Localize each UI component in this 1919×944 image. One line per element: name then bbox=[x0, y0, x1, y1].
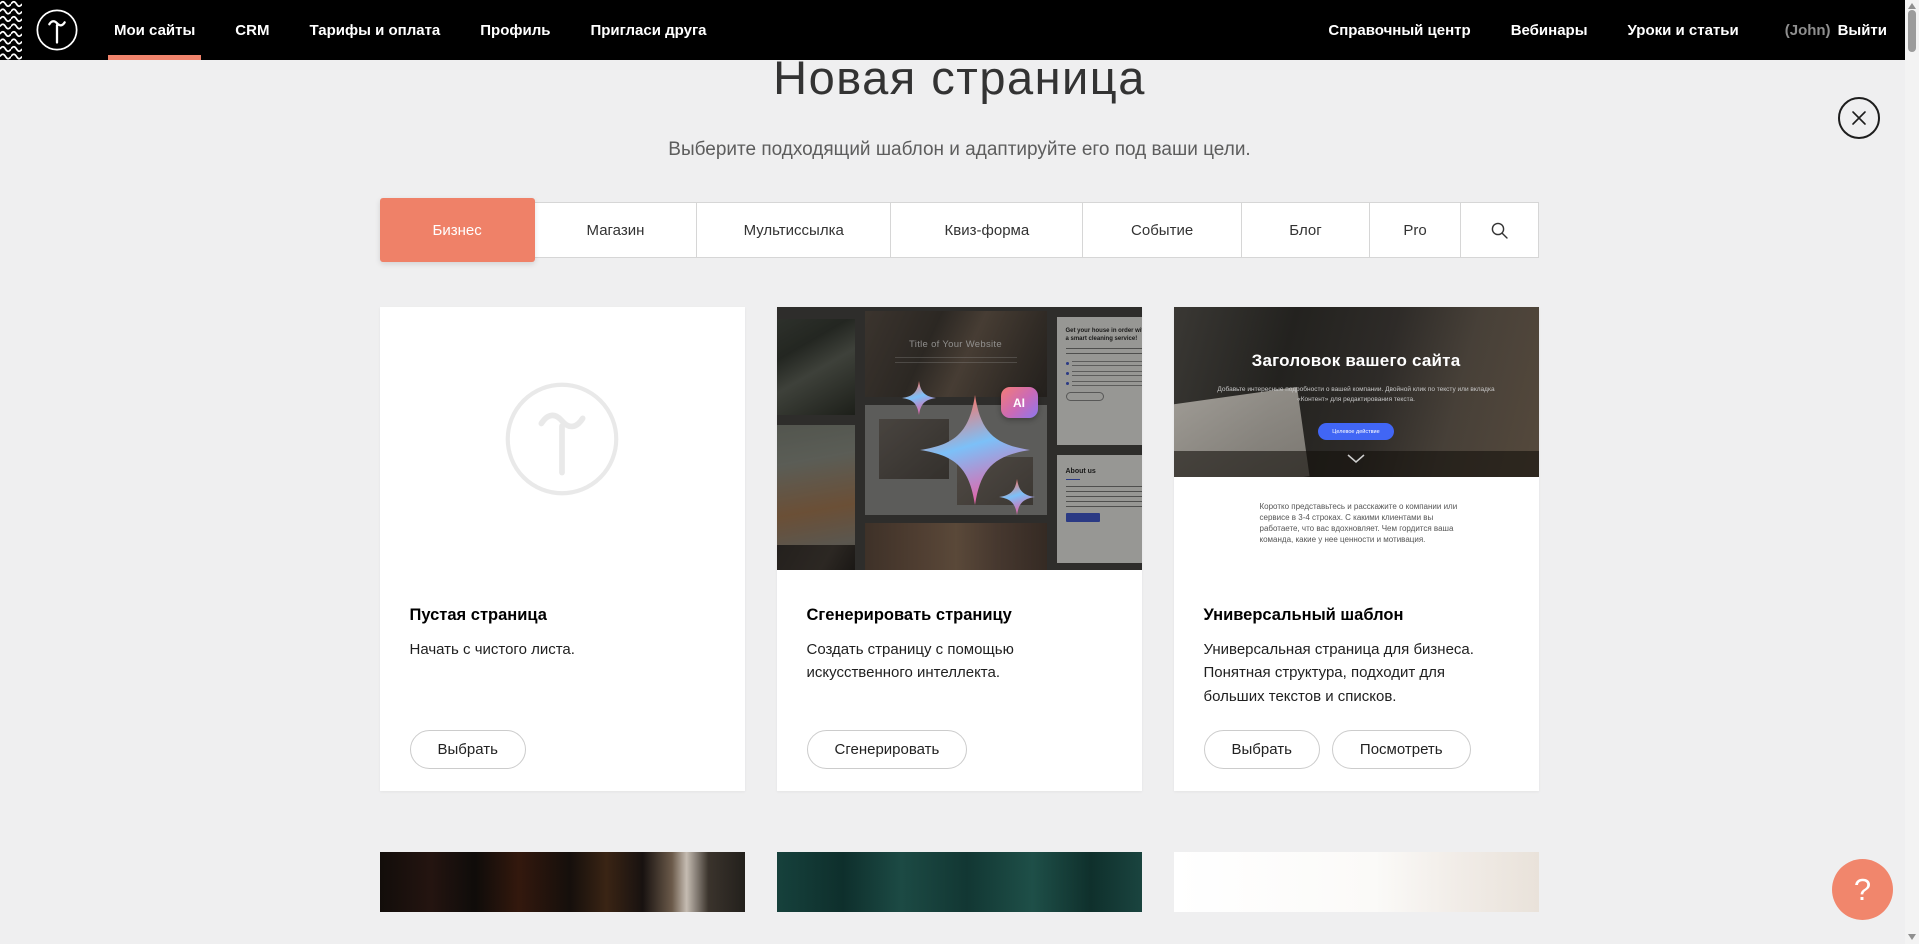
preview-cta-button: Целевое действие bbox=[1318, 423, 1394, 440]
template-card-blank-page[interactable]: Пустая страница Начать с чистого листа. … bbox=[380, 307, 745, 791]
card-title: Универсальный шаблон bbox=[1204, 606, 1509, 625]
template-cards-row-partial bbox=[380, 852, 1540, 912]
view-button[interactable]: Посмотреть bbox=[1332, 730, 1471, 769]
card-actions: Выбрать bbox=[410, 730, 526, 769]
ai-generate-preview: Title of Your Website Get your house in … bbox=[777, 307, 1142, 570]
nav-spacer bbox=[727, 0, 1309, 60]
card-body: Пустая страница Начать с чистого листа. bbox=[380, 570, 745, 661]
nav-item-lessons[interactable]: Уроки и статьи bbox=[1608, 22, 1759, 39]
nav-item-label: Тарифы и оплата bbox=[309, 22, 440, 39]
close-button[interactable] bbox=[1838, 97, 1880, 139]
nav-item-crm[interactable]: CRM bbox=[215, 0, 289, 60]
ai-sparkle-small-icon bbox=[999, 479, 1035, 515]
preview-hero-section: Заголовок вашего сайта Добавьте интересн… bbox=[1174, 307, 1539, 477]
nav-item-label: Пригласи друга bbox=[590, 22, 706, 39]
card-title: Сгенерировать страницу bbox=[807, 606, 1112, 625]
tab-multilink[interactable]: Мультиссылка bbox=[696, 202, 891, 258]
template-card-partial[interactable] bbox=[380, 852, 745, 912]
choose-button[interactable]: Выбрать bbox=[410, 730, 526, 769]
close-icon bbox=[1850, 109, 1868, 127]
help-button[interactable]: ? bbox=[1832, 859, 1893, 920]
tab-business[interactable]: Бизнес bbox=[380, 198, 535, 262]
wave-pattern bbox=[0, 0, 22, 60]
tab-search[interactable] bbox=[1460, 202, 1540, 258]
ai-sparkle-small-icon bbox=[902, 381, 936, 415]
preview-body-text: Коротко представьтесь и расскажите о ком… bbox=[1260, 501, 1460, 545]
template-card-partial[interactable] bbox=[1174, 852, 1539, 912]
template-card-partial[interactable] bbox=[777, 852, 1142, 912]
template-category-tabs: Бизнес Магазин Мультиссылка Квиз-форма С… bbox=[380, 198, 1540, 262]
nav-item-label: Вебинары bbox=[1511, 22, 1588, 39]
scrollbar-up-arrow-icon[interactable] bbox=[1908, 3, 1916, 9]
template-card-universal[interactable]: Заголовок вашего сайта Добавьте интересн… bbox=[1174, 307, 1539, 791]
card-actions: Выбрать Посмотреть bbox=[1204, 730, 1471, 769]
card-description: Начать с чистого листа. bbox=[410, 638, 710, 661]
nav-item-help-center[interactable]: Справочный центр bbox=[1308, 22, 1490, 39]
nav-item-profile[interactable]: Профиль bbox=[460, 0, 570, 60]
template-cards-row: Пустая страница Начать с чистого листа. … bbox=[380, 307, 1540, 791]
tab-shop[interactable]: Магазин bbox=[534, 202, 697, 258]
tab-quiz-form[interactable]: Квиз-форма bbox=[890, 202, 1083, 258]
tab-pro[interactable]: Pro bbox=[1369, 202, 1461, 258]
scrollbar[interactable] bbox=[1905, 0, 1919, 944]
card-body: Универсальный шаблон Универсальная стран… bbox=[1174, 570, 1539, 708]
preview-hero-subtitle: Добавьте интересные подробности о вашей … bbox=[1214, 385, 1499, 406]
tab-label: Блог bbox=[1289, 222, 1321, 239]
tilda-logo[interactable] bbox=[34, 7, 80, 53]
preview-hero-title: Заголовок вашего сайта bbox=[1174, 351, 1539, 371]
nav-right-menu: Справочный центр Вебинары Уроки и статьи… bbox=[1308, 0, 1905, 60]
card-description: Универсальная страница для бизнеса. Поня… bbox=[1204, 638, 1509, 708]
nav-item-webinars[interactable]: Вебинары bbox=[1491, 22, 1608, 39]
logout-link[interactable]: Выйти bbox=[1838, 22, 1887, 39]
nav-item-label: Мои сайты bbox=[114, 22, 195, 39]
scrollbar-down-arrow-icon[interactable] bbox=[1908, 934, 1916, 940]
nav-item-label: CRM bbox=[235, 22, 269, 39]
tab-label: Событие bbox=[1131, 222, 1193, 239]
nav-item-my-sites[interactable]: Мои сайты bbox=[94, 0, 215, 60]
tab-label: Pro bbox=[1403, 222, 1426, 239]
tilda-watermark-icon bbox=[500, 377, 624, 501]
preview-body-section: Коротко представьтесь и расскажите о ком… bbox=[1174, 477, 1539, 570]
scrollbar-thumb[interactable] bbox=[1908, 10, 1916, 52]
blank-page-preview bbox=[380, 307, 745, 570]
nav-item-label: Профиль bbox=[480, 22, 550, 39]
page-subtitle: Выберите подходящий шаблон и адаптируйте… bbox=[380, 139, 1540, 161]
website-collage: Title of Your Website Get your house in … bbox=[777, 307, 1142, 570]
search-icon bbox=[1490, 221, 1509, 240]
nav-item-label: Уроки и статьи bbox=[1628, 22, 1739, 39]
main-content: Новая страница Выберите подходящий шабло… bbox=[380, 50, 1540, 912]
tab-event[interactable]: Событие bbox=[1082, 202, 1241, 258]
universal-template-preview: Заголовок вашего сайта Добавьте интересн… bbox=[1174, 307, 1539, 570]
tab-label: Бизнес bbox=[433, 222, 482, 239]
user-name: (John) bbox=[1785, 22, 1831, 39]
card-title: Пустая страница bbox=[410, 606, 715, 625]
nav-item-tariffs[interactable]: Тарифы и оплата bbox=[289, 0, 460, 60]
tab-label: Квиз-форма bbox=[945, 222, 1030, 239]
top-nav: Мои сайты CRM Тарифы и оплата Профиль Пр… bbox=[0, 0, 1905, 60]
ai-badge: AI bbox=[1001, 387, 1038, 418]
tab-blog[interactable]: Блог bbox=[1241, 202, 1370, 258]
nav-item-label: Справочный центр bbox=[1328, 22, 1470, 39]
card-description: Создать страницу с помощью искусственног… bbox=[807, 638, 1107, 685]
generate-button[interactable]: Сгенерировать bbox=[807, 730, 968, 769]
nav-item-invite-friend[interactable]: Пригласи друга bbox=[570, 0, 726, 60]
tab-label: Мультиссылка bbox=[744, 222, 844, 239]
chevron-down-icon bbox=[1347, 454, 1365, 463]
nav-left-menu: Мои сайты CRM Тарифы и оплата Профиль Пр… bbox=[94, 0, 727, 60]
card-body: Сгенерировать страницу Создать страницу … bbox=[777, 570, 1142, 685]
tab-label: Магазин bbox=[587, 222, 645, 239]
choose-button[interactable]: Выбрать bbox=[1204, 730, 1320, 769]
template-card-ai-generate[interactable]: Title of Your Website Get your house in … bbox=[777, 307, 1142, 791]
card-actions: Сгенерировать bbox=[807, 730, 968, 769]
